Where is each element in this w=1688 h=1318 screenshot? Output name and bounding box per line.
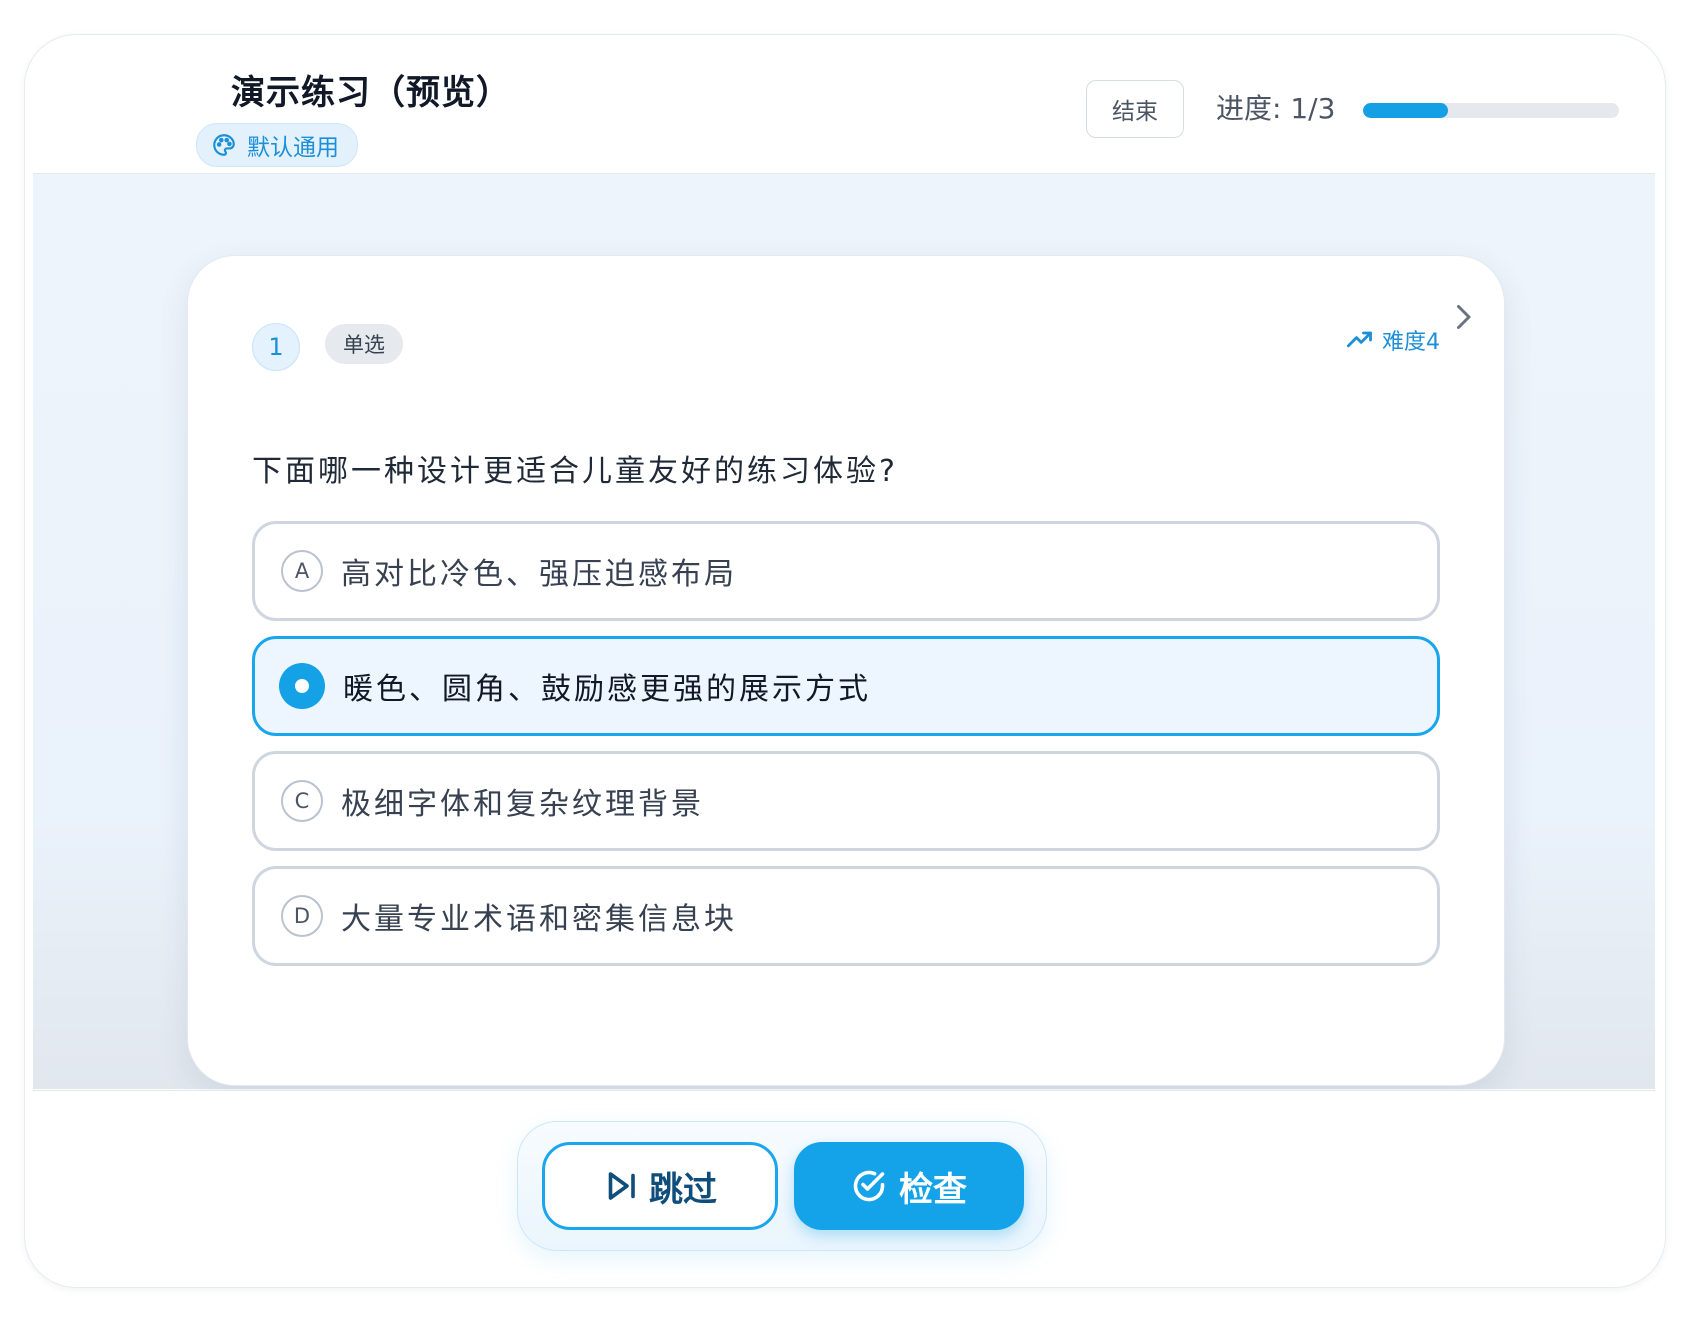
chevron-right-icon[interactable]: [1445, 299, 1481, 335]
header: 演示练习（预览） 默认通用 结束 进度: 1/3: [33, 43, 1655, 174]
progress-bar: [1363, 103, 1619, 118]
skip-button[interactable]: 跳过: [542, 1142, 778, 1230]
check-button[interactable]: 检查: [794, 1142, 1024, 1230]
footer: 跳过 检查: [33, 1090, 1655, 1281]
question-text: 下面哪一种设计更适合儿童友好的练习体验?: [252, 454, 898, 489]
progress-label: 进度: 1/3: [1216, 92, 1336, 125]
end-button[interactable]: 结束: [1086, 80, 1184, 138]
action-panel: 跳过 检查: [517, 1121, 1047, 1251]
theme-chip[interactable]: 默认通用: [196, 123, 358, 167]
option-text: 高对比冷色、强压迫感布局: [341, 557, 737, 592]
question-number: 1: [252, 323, 300, 371]
difficulty-label: 难度4: [1382, 330, 1440, 355]
app-window: 演示练习（预览） 默认通用 结束 进度: 1/3 1 单选 难度4 下面哪一种设…: [24, 34, 1666, 1288]
option-a[interactable]: A 高对比冷色、强压迫感布局: [252, 521, 1440, 621]
option-letter: D: [281, 895, 323, 937]
question-type-badge: 单选: [325, 324, 403, 364]
skip-forward-icon: [608, 1172, 635, 1200]
option-d[interactable]: D 大量专业术语和密集信息块: [252, 866, 1440, 966]
palette-icon: [213, 134, 235, 156]
option-letter: A: [281, 550, 323, 592]
check-circle-icon: [853, 1170, 885, 1202]
skip-button-label: 跳过: [649, 1169, 717, 1210]
option-b[interactable]: 暖色、圆角、鼓励感更强的展示方式: [252, 636, 1440, 736]
progress-bar-fill: [1363, 103, 1449, 118]
trending-up-icon: [1346, 331, 1372, 348]
option-text: 极细字体和复杂纹理背景: [341, 787, 704, 822]
option-letter: C: [281, 780, 323, 822]
page-title: 演示练习（预览）: [231, 73, 511, 113]
question-area: 1 单选 难度4 下面哪一种设计更适合儿童友好的练习体验? A 高对比冷色、强压…: [33, 174, 1655, 1089]
option-text: 暖色、圆角、鼓励感更强的展示方式: [343, 672, 871, 707]
question-card: 1 单选 难度4 下面哪一种设计更适合儿童友好的练习体验? A 高对比冷色、强压…: [187, 255, 1505, 1086]
difficulty-indicator: 难度4: [1346, 324, 1440, 356]
check-button-label: 检查: [899, 1169, 967, 1210]
option-text: 大量专业术语和密集信息块: [341, 902, 737, 937]
radio-selected-icon: [279, 663, 325, 709]
option-c[interactable]: C 极细字体和复杂纹理背景: [252, 751, 1440, 851]
theme-chip-label: 默认通用: [247, 135, 339, 161]
